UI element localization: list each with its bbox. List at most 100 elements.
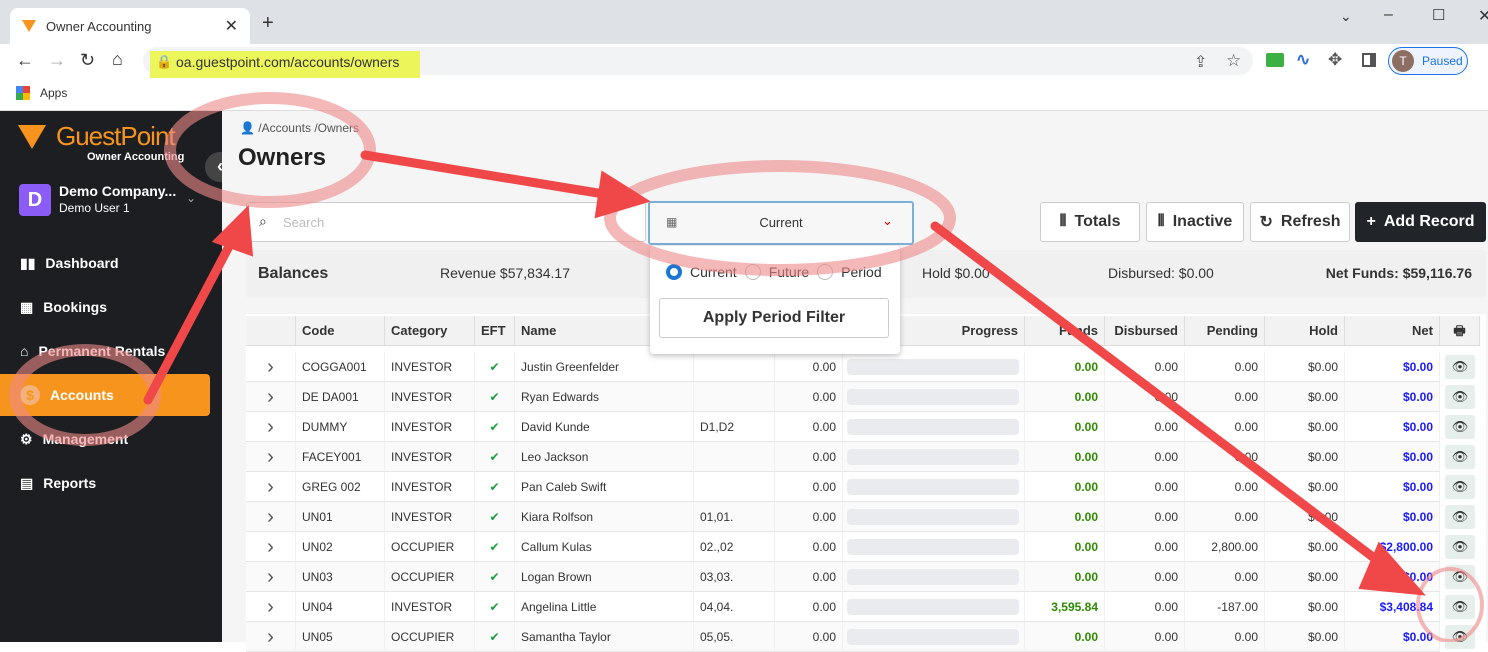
view-eye-icon[interactable]: 👁 [1445, 565, 1475, 589]
bookmark-apps[interactable]: Apps [40, 86, 67, 100]
sidebar-item-permanent-rentals[interactable]: ⌂ Permanent Rentals [0, 330, 210, 372]
inactive-button[interactable]: ⦀ Inactive [1146, 202, 1244, 242]
cell-amount: 0.00 [775, 442, 843, 472]
view-eye-icon[interactable]: 👁 [1445, 595, 1475, 619]
cell-pending: 0.00 [1185, 352, 1265, 382]
sidebar-item-accounts[interactable]: $ Accounts [0, 374, 210, 416]
minimize-icon[interactable]: – [1384, 6, 1393, 24]
profile-button[interactable]: T Paused [1388, 47, 1468, 75]
view-eye-icon[interactable]: 👁 [1445, 625, 1475, 649]
expand-row-chevron-icon[interactable]: › [246, 562, 296, 592]
user-gear-icon: ⚙ [20, 430, 33, 447]
print-icon[interactable]: 🖶 [1440, 316, 1480, 346]
home-icon[interactable]: ⌂ [112, 49, 123, 70]
revenue-balance: Revenue $57,834.17 [440, 265, 570, 281]
sidebar-item-reports[interactable]: ▤ Reports [0, 462, 210, 504]
column-header[interactable]: Net [1345, 316, 1440, 346]
cell-units [694, 352, 775, 382]
view-eye-icon[interactable]: 👁 [1445, 415, 1475, 439]
column-header[interactable]: Disbursed [1105, 316, 1185, 346]
expand-row-chevron-icon[interactable]: › [246, 382, 296, 412]
cell-disbursed: 0.00 [1105, 622, 1185, 652]
close-tab-icon[interactable]: ✕ [225, 16, 238, 36]
view-eye-icon[interactable]: 👁 [1445, 535, 1475, 559]
cell-units [694, 472, 775, 502]
bookmark-star-icon[interactable]: ☆ [1226, 51, 1241, 71]
column-header[interactable]: Code [296, 316, 385, 346]
company-name[interactable]: Demo Company... [59, 183, 176, 199]
totals-button[interactable]: ⦀ Totals [1040, 202, 1140, 242]
refresh-button[interactable]: ↻ Refresh [1250, 202, 1350, 242]
column-header[interactable]: Funds [1025, 316, 1105, 346]
extensions-puzzle-icon[interactable]: ✥ [1328, 50, 1342, 70]
view-eye-icon[interactable]: 👁 [1445, 505, 1475, 529]
sidebar-item-bookings[interactable]: ▦ Bookings [0, 286, 210, 328]
document-icon: ▤ [20, 474, 34, 491]
breadcrumb-text[interactable]: /Accounts /Owners [258, 121, 359, 135]
expand-row-chevron-icon[interactable]: › [246, 442, 296, 472]
eft-check-icon: ✔ [475, 622, 515, 652]
cell-name: Samantha Taylor [515, 622, 694, 652]
column-header[interactable]: EFT [475, 316, 515, 346]
cell-net: $0.00 [1345, 352, 1440, 382]
radio-current[interactable] [666, 264, 682, 280]
sidebar-item-label: Accounts [50, 387, 114, 403]
back-icon[interactable]: ← [16, 50, 34, 71]
cell-code: GREG 002 [296, 472, 385, 502]
view-eye-icon[interactable]: 👁 [1445, 445, 1475, 469]
radio-period[interactable] [817, 264, 834, 280]
expand-row-chevron-icon[interactable]: › [246, 532, 296, 562]
tab-search-icon[interactable]: ⌄ [1340, 8, 1352, 25]
sidebar-item-label: Management [42, 431, 129, 447]
cell-category: OCCUPIER [385, 532, 475, 562]
column-header[interactable]: Hold [1265, 316, 1345, 346]
cell-amount: 0.00 [775, 502, 843, 532]
sidebar-item-management[interactable]: ⚙ Management [0, 418, 210, 460]
cell-name: Leo Jackson [515, 442, 694, 472]
add-record-button[interactable]: + Add Record [1355, 202, 1486, 242]
apply-period-filter-button[interactable]: Apply Period Filter [659, 298, 889, 338]
expand-row-chevron-icon[interactable]: › [246, 502, 296, 532]
url-text[interactable]: oa.guestpoint.com/accounts/owners [176, 54, 399, 70]
cell-units [694, 382, 775, 412]
search-input[interactable]: ⌕ Search [246, 202, 646, 242]
radio-future[interactable] [744, 264, 761, 280]
column-header[interactable]: Pending [1185, 316, 1265, 346]
view-eye-icon[interactable]: 👁 [1445, 385, 1475, 409]
browser-tab[interactable]: Owner Accounting ✕ [10, 8, 250, 44]
side-panel-icon[interactable] [1362, 53, 1376, 67]
cell-disbursed: 0.00 [1105, 562, 1185, 592]
expand-row-chevron-icon[interactable]: › [246, 412, 296, 442]
share-icon[interactable]: ⇪ [1194, 52, 1207, 72]
view-eye-icon[interactable]: 👁 [1445, 475, 1475, 499]
cell-net: $3,408.84 [1345, 592, 1440, 622]
maximize-icon[interactable]: ☐ [1432, 6, 1445, 24]
reload-icon[interactable]: ↻ [80, 50, 95, 71]
cell-net: $0.00 [1345, 382, 1440, 412]
close-window-icon[interactable]: ✕ [1478, 6, 1488, 26]
cell-name: Callum Kulas [515, 532, 694, 562]
expand-row-chevron-icon[interactable]: › [246, 592, 296, 622]
progress-bar [847, 479, 1019, 495]
cell-units: 05,05. [694, 622, 775, 652]
cell-disbursed: 0.00 [1105, 382, 1185, 412]
period-select[interactable]: ▦ Current ⌄ [648, 201, 914, 245]
new-tab-icon[interactable]: + [262, 12, 274, 35]
cell-hold: $0.00 [1265, 622, 1345, 652]
eft-check-icon: ✔ [475, 532, 515, 562]
cell-name: Pan Caleb Swift [515, 472, 694, 502]
cell-pending: -187.00 [1185, 592, 1265, 622]
eft-check-icon: ✔ [475, 442, 515, 472]
cell-code: DE DA001 [296, 382, 385, 412]
waveform-extension-icon[interactable]: ∿ [1296, 50, 1310, 70]
column-header[interactable]: Category [385, 316, 475, 346]
cell-name: Justin Greenfelder [515, 352, 694, 382]
extension-icon[interactable] [1266, 53, 1284, 67]
view-eye-icon[interactable]: 👁 [1445, 355, 1475, 379]
expand-row-chevron-icon[interactable]: › [246, 352, 296, 382]
sidebar-item-dashboard[interactable]: ▮▮ Dashboard [0, 242, 210, 284]
chevron-down-icon[interactable]: ⌄ [186, 191, 196, 205]
expand-row-chevron-icon[interactable]: › [246, 472, 296, 502]
forward-icon[interactable]: → [48, 50, 66, 71]
expand-row-chevron-icon[interactable]: › [246, 622, 296, 652]
